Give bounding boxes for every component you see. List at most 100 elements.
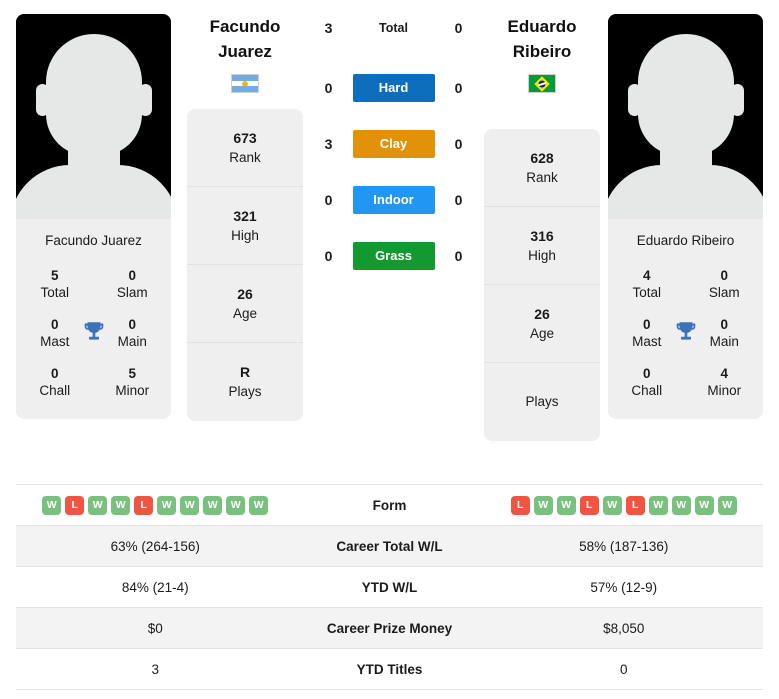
h2h-label-total: Total [379,21,408,35]
h2h-row-hard: 0 Hard 0 [303,74,484,102]
form-badge-win[interactable]: W [648,495,668,515]
avatar-shoulders-icon [16,165,171,219]
form-badge-loss[interactable]: L [510,495,530,515]
form-badge-win[interactable]: W [249,495,269,515]
form-badge-win[interactable]: W [42,495,62,515]
form-badge-loss[interactable]: L [65,495,85,515]
right-player-info: Eduardo Ribeiro 628 Rank 316 High 26 Age [484,14,600,441]
right-ytd_titles-cell: 0 [619,661,628,677]
surface-chip-hard[interactable]: Hard [352,74,435,102]
left-form-strip: WLWWLWWWWW [42,495,269,515]
left-player-last-name: Juarez [218,42,272,61]
right-career_wl-cell: 58% (187-136) [579,538,669,554]
surface-chip-indoor[interactable]: Indoor [352,186,435,214]
left-titles-minor-value: 5 [128,366,136,381]
right-age-value: 26 [534,305,550,322]
left-high-cell: 321 High [187,187,303,265]
left-career_prize-cell: $0 [147,620,163,636]
right-titles-mast-value: 0 [642,317,651,332]
form-badge-win[interactable]: W [694,495,714,515]
right-titles-slam-label: Slam [708,285,740,300]
form-badge-loss[interactable]: L [579,495,599,515]
player-comparison-page: Facundo Juarez 5 Total 0 Slam 0 Mast 0 M… [0,0,779,699]
right-ytd_wl-cell: 57% (12-9) [590,579,658,595]
table-row: 63% (264-156) Career Total W/L 58% (187-13… [16,526,763,567]
form-badge-win[interactable]: W [88,495,108,515]
form-badge-loss[interactable]: L [625,495,645,515]
right-titles-minor-label: Minor [707,383,742,398]
right-titles-main-label: Main [709,334,739,349]
right-player-first-name: Eduardo [507,17,577,36]
right-rank-value: 628 [530,149,554,166]
trophy-icon [84,321,103,340]
left-ytd_wl-cell: 84% (21-4) [121,579,189,595]
right-titles-chall: 0 Chall [616,365,678,400]
left-career_wl-cell: 63% (264-156) [110,538,200,554]
left-titles-minor-label: Minor [115,383,150,398]
right-player-name-caption: Eduardo Ribeiro [636,233,735,248]
table-row: 3 YTD Titles 0 [16,649,763,690]
left-rank-label: Rank [229,149,261,165]
form-badge-win[interactable]: W [717,495,737,515]
h2h-right-score-indoor: 0 [454,192,463,208]
left-ytd_titles-cell: 3 [151,661,159,677]
form-badge-win[interactable]: W [180,495,200,515]
left-titles-row-1: 5 Total 0 Slam [16,260,171,309]
form-badge-loss[interactable]: L [134,495,154,515]
avatar-ears-icon [627,84,744,118]
form-badge-win[interactable]: W [671,495,691,515]
left-titles-total: 5 Total [24,267,86,302]
left-age-value: 26 [237,285,253,302]
table-row: 84% (21-4) YTD W/L 57% (12-9) [16,567,763,608]
right-player-name-header[interactable]: Eduardo Ribeiro [484,14,600,93]
right-age-label: Age [529,325,555,341]
table-row: $0 Career Prize Money $8,050 [16,608,763,649]
h2h-right-score-hard: 0 [454,80,463,96]
right-titles-total-value: 4 [642,268,651,283]
left-rank-value: 673 [233,129,257,146]
right-form-cell: LWWLWLWWWW [485,495,764,515]
left-plays-cell: R Plays [187,343,303,421]
form-badge-win[interactable]: W [226,495,246,515]
h2h-left-score-hard: 0 [324,80,333,96]
right-titles-slam-value: 0 [720,268,728,283]
right-form-strip: LWWLWLWWWW [510,495,737,515]
right-plays-label: Plays [525,394,559,409]
avatar-ears-icon [35,84,152,118]
right-high-label: High [528,247,556,263]
left-player-card[interactable]: Facundo Juarez 5 Total 0 Slam 0 Mast 0 M… [16,14,171,419]
surface-chip-clay[interactable]: Clay [352,130,435,158]
h2h-left-score-clay: 3 [324,136,333,152]
left-high-label: High [231,227,259,243]
form-badge-win[interactable]: W [533,495,553,515]
h2h-row-indoor: 0 Indoor 0 [303,186,484,214]
brazil-flag-icon [528,74,556,93]
h2h-left-score-total: 3 [324,20,333,36]
head-to-head-column: 3 Total 0 0 Hard 0 3 Clay 0 0 Indoor 0 0 Grass 0 [303,14,484,298]
form-badge-win[interactable]: W [556,495,576,515]
left-titles-grid: 5 Total 0 Slam 0 Mast 0 Main 0 Chall 5 M… [16,254,171,409]
right-rank-card: 628 Rank 316 High 26 Age Plays [484,129,600,441]
right-titles-mast-label: Mast [632,334,662,349]
left-player-name-header[interactable]: Facundo Juarez [187,14,303,93]
right-career_prize-cell: $8,050 [603,620,645,636]
form-badge-win[interactable]: W [602,495,622,515]
right-titles-row-3: 0 Chall 4 Minor [608,358,763,407]
left-titles-chall: 0 Chall [24,365,86,400]
left-titles-main: 0 Main [101,316,163,351]
right-titles-main-value: 0 [720,317,728,332]
form-badge-win[interactable]: W [203,495,223,515]
surface-chip-grass[interactable]: Grass [352,242,435,270]
form-badge-win[interactable]: W [111,495,131,515]
right-player-card[interactable]: Eduardo Ribeiro 4 Total 0 Slam 0 Mast 0 … [608,14,763,419]
left-age-cell: 26 Age [187,265,303,343]
left-player-first-name: Facundo [209,17,281,36]
h2h-row-clay: 3 Clay 0 [303,130,484,158]
h2h-row-grass: 0 Grass 0 [303,242,484,270]
left-titles-total-value: 5 [50,268,59,283]
form-badge-win[interactable]: W [157,495,177,515]
stat-label-ytd_wl: YTD W/L [361,579,418,595]
stat-label-ytd_titles: YTD Titles [356,661,423,677]
comparison-header: Facundo Juarez 5 Total 0 Slam 0 Mast 0 M… [0,0,779,470]
trophy-icon [676,321,695,340]
